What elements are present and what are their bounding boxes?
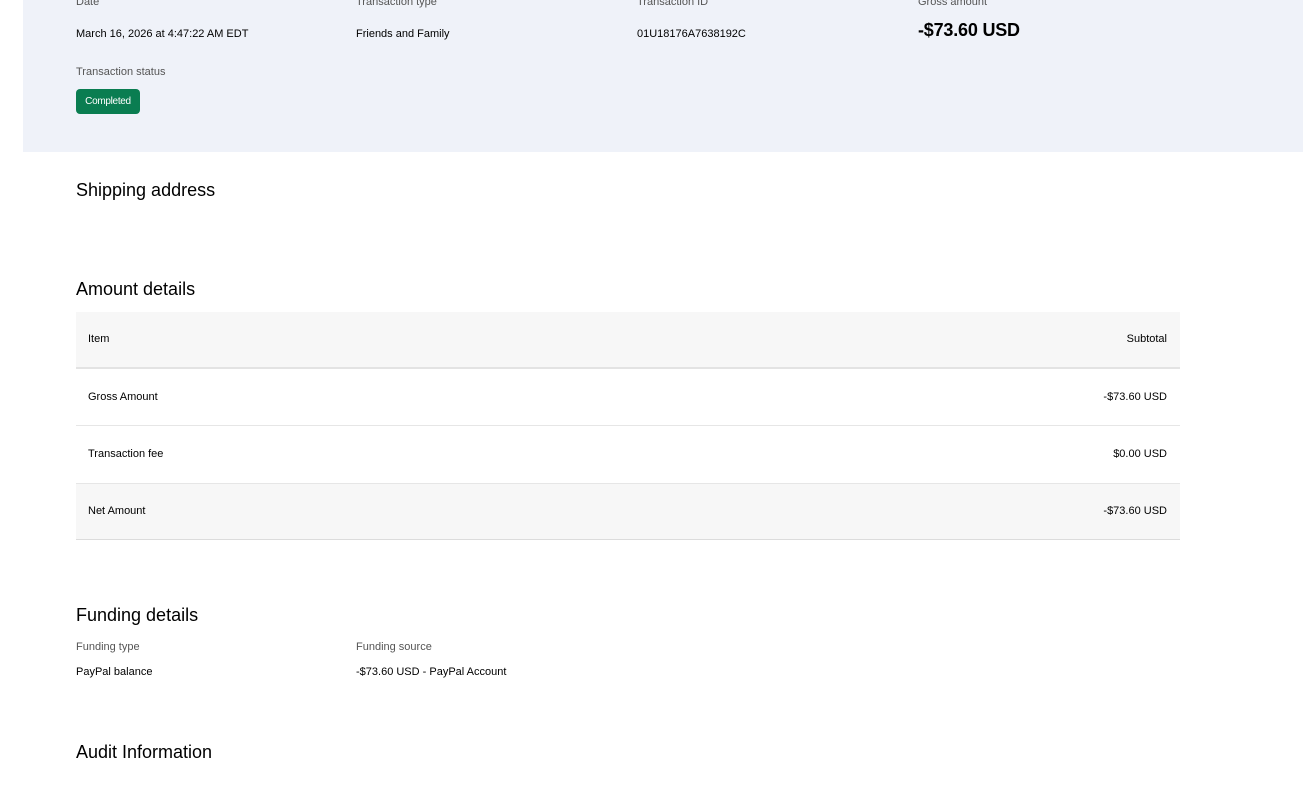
row-subtotal-value: -$73.60 USD (1103, 505, 1167, 517)
amount-details-heading: Amount details (76, 279, 196, 299)
funding-type-field: Funding type PayPal balance (76, 640, 152, 679)
table-row: Net Amount -$73.60 USD (76, 484, 1180, 539)
row-item-label: Transaction fee (88, 448, 164, 460)
row-subtotal-value: $0.00 USD (1113, 448, 1167, 460)
row-item-label: Gross Amount (88, 391, 158, 403)
transaction-type-field: Transaction type Friends and Family (356, 0, 450, 41)
transaction-id-field: Transaction ID 01U18176A7638192C (637, 0, 746, 41)
funding-details-heading: Funding details (76, 605, 199, 625)
amount-details-table: Item Subtotal Gross Amount -$73.60 USD T… (76, 312, 1180, 540)
transaction-type-value: Friends and Family (356, 28, 450, 40)
row-subtotal-value: -$73.60 USD (1103, 391, 1167, 403)
gross-amount-label: Gross amount (918, 0, 988, 8)
gross-amount-field: Gross amount -$73.60 USD (918, 0, 1020, 41)
table-header-row: Item Subtotal (76, 312, 1180, 369)
transaction-id-label: Transaction ID (637, 0, 709, 8)
subtotal-column-header: Subtotal (1126, 333, 1167, 345)
transaction-status-label: Transaction status (76, 66, 166, 78)
date-value: March 16, 2026 at 4:47:22 AM EDT (76, 28, 249, 40)
funding-type-label: Funding type (76, 641, 140, 653)
funding-type-value: PayPal balance (76, 666, 153, 678)
funding-source-label: Funding source (356, 641, 432, 653)
item-column-header: Item (88, 333, 110, 345)
transaction-id-value[interactable]: 01U18176A7638192C (637, 27, 746, 41)
shipping-address-heading: Shipping address (76, 180, 216, 200)
date-label: Date (76, 0, 100, 8)
status-badge: Completed (76, 89, 140, 114)
funding-source-field: Funding source -$73.60 USD - PayPal Acco… (356, 640, 506, 679)
transaction-type-label: Transaction type (356, 0, 437, 8)
audit-information-heading: Audit Information (76, 742, 213, 762)
table-row: Transaction fee $0.00 USD (76, 426, 1180, 484)
gross-amount-value: -$73.60 USD (918, 20, 1020, 40)
funding-source-value: -$73.60 USD - PayPal Account (356, 666, 507, 678)
date-field: Date March 16, 2026 at 4:47:22 AM EDT (76, 0, 248, 41)
row-item-label: Net Amount (88, 505, 146, 517)
table-row: Gross Amount -$73.60 USD (76, 369, 1180, 426)
